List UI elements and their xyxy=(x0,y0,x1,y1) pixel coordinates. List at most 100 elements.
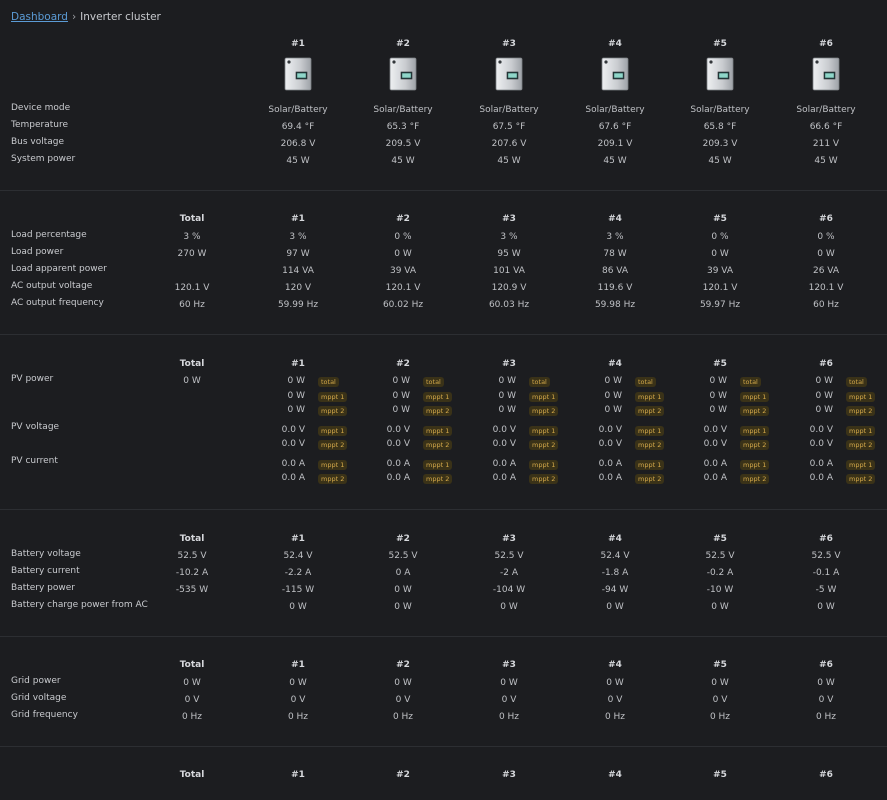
inverter-value: 3 % xyxy=(289,232,307,242)
pv-value: 0.0 V xyxy=(492,439,516,449)
total-value: -535 W xyxy=(175,585,209,595)
inverter-device-icon xyxy=(706,57,734,91)
mppt-tag: mppt 1 xyxy=(423,391,453,402)
pv-value: 0 W xyxy=(392,376,411,386)
row-label: PV power xyxy=(11,374,54,384)
inverter-value: 0 W xyxy=(817,602,835,612)
column-header-total: Total xyxy=(179,660,205,670)
column-header-inverter: #6 xyxy=(819,214,833,224)
inverter-value: 0 V xyxy=(501,695,517,705)
row-label: AC output voltage xyxy=(11,281,93,291)
inverter-value: 52.5 V xyxy=(388,551,418,561)
inverter-value: Solar/Battery xyxy=(479,105,539,115)
column-header-inverter: #4 xyxy=(608,660,622,670)
inverter-value: -94 W xyxy=(601,585,629,595)
inverter-value: 0 % xyxy=(711,232,729,242)
total-value: 0 V xyxy=(184,695,200,705)
inverter-device-icon xyxy=(601,57,629,91)
mppt-tag: mppt 1 xyxy=(318,459,348,470)
inverter-value: 0 Hz xyxy=(392,712,414,722)
inverter-value: 0 W xyxy=(289,602,307,612)
inverter-value: -2 A xyxy=(500,568,518,578)
mppt-tag: mppt 2 xyxy=(846,439,876,450)
inverter-value: 0 W xyxy=(606,678,624,688)
inverter-value: 0 V xyxy=(395,695,411,705)
inverter-value: 45 W xyxy=(497,156,521,166)
row-label: Device mode xyxy=(11,103,71,113)
pv-value: 0.0 V xyxy=(703,425,727,435)
inverter-value: 3 % xyxy=(500,232,518,242)
pv-value: 0 W xyxy=(392,391,411,401)
mppt-tag: mppt 1 xyxy=(846,459,876,470)
pv-value: 0.0 A xyxy=(598,473,622,483)
inverter-value: 0 V xyxy=(712,695,728,705)
mppt-tag: mppt 2 xyxy=(740,405,770,416)
inverter-value: 0 Hz xyxy=(709,712,731,722)
section-divider xyxy=(0,636,887,637)
column-header-inverter: #2 xyxy=(396,534,410,544)
section-divider xyxy=(0,190,887,191)
mppt-tag: mppt 2 xyxy=(740,473,770,484)
row-label: Load power xyxy=(11,247,64,257)
pv-value: 0 W xyxy=(604,376,623,386)
inverter-value: 0 Hz xyxy=(604,712,626,722)
pv-value: 0.0 A xyxy=(598,459,622,469)
mppt-tag: total xyxy=(318,376,339,387)
inverter-device-icon xyxy=(284,57,312,91)
inverter-value: 0 W xyxy=(394,585,412,595)
pv-value: 0 W xyxy=(287,405,306,415)
inverter-value: Solar/Battery xyxy=(268,105,328,115)
inverter-value: 120 V xyxy=(284,283,312,293)
section-divider xyxy=(0,334,887,335)
column-header-inverter: #1 xyxy=(291,534,305,544)
inverter-value: 45 W xyxy=(391,156,415,166)
pv-value: 0.0 V xyxy=(492,425,516,435)
column-header-inverter: #1 xyxy=(291,770,305,780)
mppt-tag: mppt 1 xyxy=(318,391,348,402)
inverter-value: 78 W xyxy=(603,249,627,259)
breadcrumb-dashboard-link[interactable]: Dashboard xyxy=(11,11,68,23)
total-value: 0 W xyxy=(183,376,201,386)
mppt-tag: mppt 1 xyxy=(740,459,770,470)
mppt-tag: mppt 1 xyxy=(635,425,665,436)
inverter-value: 0 V xyxy=(290,695,306,705)
inverter-value: 39 VA xyxy=(706,266,734,276)
mppt-tag: mppt 1 xyxy=(529,391,559,402)
total-value: 3 % xyxy=(183,232,201,242)
mppt-tag: mppt 2 xyxy=(740,439,770,450)
mppt-tag: mppt 1 xyxy=(635,391,665,402)
inverter-value: -2.2 A xyxy=(284,568,312,578)
inverter-value: Solar/Battery xyxy=(585,105,645,115)
inverter-value: -1.8 A xyxy=(601,568,629,578)
page-title: Inverter cluster xyxy=(80,11,161,23)
inverter-value: 52.5 V xyxy=(705,551,735,561)
pv-value: 0 W xyxy=(604,405,623,415)
inverter-value: 95 W xyxy=(497,249,521,259)
column-header-inverter: #4 xyxy=(608,770,622,780)
column-header-inverter: #3 xyxy=(502,39,516,49)
inverter-value: 0 W xyxy=(817,249,835,259)
pv-value: 0 W xyxy=(287,391,306,401)
mppt-tag: mppt 1 xyxy=(423,425,453,436)
inverter-value: 59.98 Hz xyxy=(594,300,636,310)
inverter-value: -10 W xyxy=(706,585,734,595)
pv-value: 0.0 A xyxy=(809,473,833,483)
inverter-value: 0 Hz xyxy=(815,712,837,722)
inverter-value: 65.3 °F xyxy=(386,122,420,132)
mppt-tag: mppt 2 xyxy=(529,405,559,416)
mppt-tag: mppt 1 xyxy=(318,425,348,436)
pv-value: 0.0 V xyxy=(809,425,833,435)
column-header-inverter: #2 xyxy=(396,660,410,670)
pv-value: 0 W xyxy=(498,376,517,386)
inverter-value: -0.2 A xyxy=(706,568,734,578)
mppt-tag: mppt 2 xyxy=(529,439,559,450)
mppt-tag: mppt 2 xyxy=(635,405,665,416)
column-header-inverter: #4 xyxy=(608,214,622,224)
pv-value: 0.0 A xyxy=(386,473,410,483)
inverter-device-icon xyxy=(812,57,840,91)
row-label: PV voltage xyxy=(11,422,60,432)
column-header-inverter: #5 xyxy=(713,534,727,544)
inverter-value: 207.6 V xyxy=(491,139,527,149)
column-header-inverter: #3 xyxy=(502,660,516,670)
inverter-value: 39 VA xyxy=(389,266,417,276)
